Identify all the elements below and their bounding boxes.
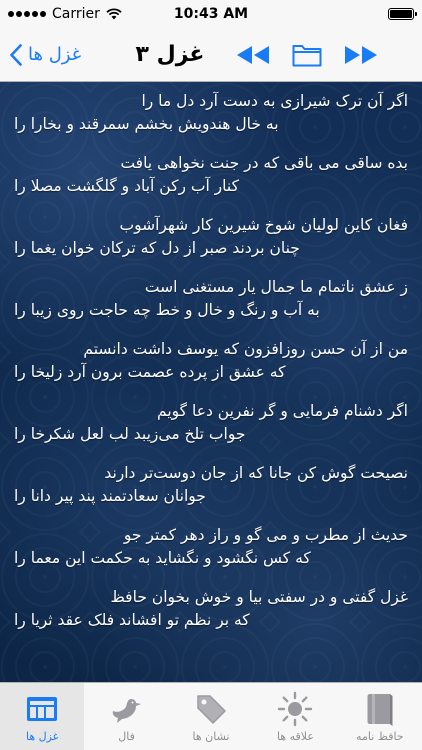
folder-button[interactable] [292, 43, 322, 67]
chevron-left-icon [10, 43, 22, 66]
tab-label: نشان ها [192, 730, 230, 743]
tab-label: غزل ها [25, 730, 59, 743]
verse-line-first: ز عشق ناتمام ما جمال یار مستغنی است [144, 278, 408, 296]
verse: غزل گفتی و در سفتی بیا و خوش بخوان حافظ … [14, 586, 408, 632]
verse-line-second: که کس نگشود و نگشاید به حکمت این معما را [14, 549, 311, 567]
nav-bar: غزل ها غزل ۳ [0, 28, 422, 82]
back-button[interactable]: غزل ها [0, 43, 110, 66]
verse-line-first: غزل گفتی و در سفتی بیا و خوش بخوان حافظ [110, 588, 408, 606]
previous-button[interactable] [236, 45, 270, 65]
verse-line-second: کنار آب رکن آباد و گلگشت مصلا را [14, 177, 239, 195]
verse-line-second: جواب تلخ می‌زیبد لب لعل شکرخا را [14, 425, 246, 443]
tab-ghazals[interactable]: غزل ها [0, 683, 85, 750]
verse: من از آن حسن روزافزون که یوسف داشت دانست… [14, 338, 408, 384]
ghazals-icon [23, 690, 61, 728]
verse: فغان کاین لولیان شوخ شیرین کار شهرآشوب چ… [14, 214, 408, 260]
carrier-label: Carrier [52, 6, 100, 22]
page-title: غزل ۳ [135, 42, 205, 67]
tab-bookmarks[interactable]: نشان ها [169, 683, 253, 750]
verse-line-second: چنان بردند صبر از دل که ترکان خوان یغما … [14, 239, 300, 257]
verse: اگر آن ترک شیرازی به دست آرد دل ما را به… [14, 90, 408, 136]
bird-icon [108, 690, 146, 728]
tab-bar: غزل ها فال نشان ها علاقه ها حافظ نامه [0, 682, 422, 750]
sun-icon [276, 690, 314, 728]
verse-line-second: که بر نظم تو افشاند فلک عقد ثریا را [14, 611, 250, 629]
status-left: Carrier [8, 6, 122, 22]
next-button[interactable] [344, 45, 378, 65]
wifi-icon [106, 8, 122, 20]
verse: اگر دشنام فرمایی و گر نفرین دعا گویم جوا… [14, 400, 408, 446]
verse-line-first: حدیث از مطرب و می گو و راز دهر کمتر جو [123, 526, 408, 544]
tab-hafez-nameh[interactable]: حافظ نامه [338, 683, 422, 750]
verse: حدیث از مطرب و می گو و راز دهر کمتر جو ک… [14, 524, 408, 570]
verse-list: اگر آن ترک شیرازی به دست آرد دل ما را به… [0, 82, 422, 632]
verse-line-first: فغان کاین لولیان شوخ شیرین کار شهرآشوب [119, 216, 409, 234]
tab-label: علاقه ها [276, 730, 314, 743]
verse-line-second: به خال هندویش بخشم سمرقند و بخارا را [14, 115, 279, 133]
verse-line-first: اگر دشنام فرمایی و گر نفرین دعا گویم [157, 402, 408, 420]
back-label: غزل ها [28, 44, 82, 65]
tab-favorites[interactable]: علاقه ها [253, 683, 337, 750]
tab-label: حافظ نامه [356, 730, 404, 743]
verse-line-second: که عشق از پرده عصمت برون آرد زلیخا را [14, 363, 286, 381]
verse: نصیحت گوش کن جانا که از جان دوست‌تر دارن… [14, 462, 408, 508]
tab-fal[interactable]: فال [84, 683, 168, 750]
verse-line-first: نصیحت گوش کن جانا که از جان دوست‌تر دارن… [104, 464, 408, 482]
rewind-icon [237, 45, 269, 64]
status-time: 10:43 AM [173, 6, 249, 22]
nav-tools [236, 43, 378, 67]
verse: ز عشق ناتمام ما جمال یار مستغنی است به آ… [14, 276, 408, 322]
verse-line-second: به آب و رنگ و خال و خط چه حاجت روی زیبا … [14, 301, 320, 319]
battery-icon [388, 8, 417, 20]
status-bar: Carrier 10:43 AM [0, 0, 422, 28]
verse: بده ساقی می باقی که در جنت نخواهی یافت ک… [14, 152, 408, 198]
book-icon [361, 690, 399, 728]
signal-icon [8, 11, 46, 17]
fast-forward-icon [345, 45, 377, 64]
poem-area[interactable]: اگر آن ترک شیرازی به دست آرد دل ما را به… [0, 82, 422, 682]
verse-line-first: اگر آن ترک شیرازی به دست آرد دل ما را [141, 92, 408, 110]
tab-label: فال [118, 730, 135, 743]
folder-icon [292, 44, 322, 66]
verse-line-first: من از آن حسن روزافزون که یوسف داشت دانست… [83, 340, 408, 358]
verse-line-first: بده ساقی می باقی که در جنت نخواهی یافت [120, 154, 408, 172]
verse-line-second: جوانان سعادتمند پند پیر دانا را [14, 487, 206, 505]
tag-icon [192, 690, 230, 728]
